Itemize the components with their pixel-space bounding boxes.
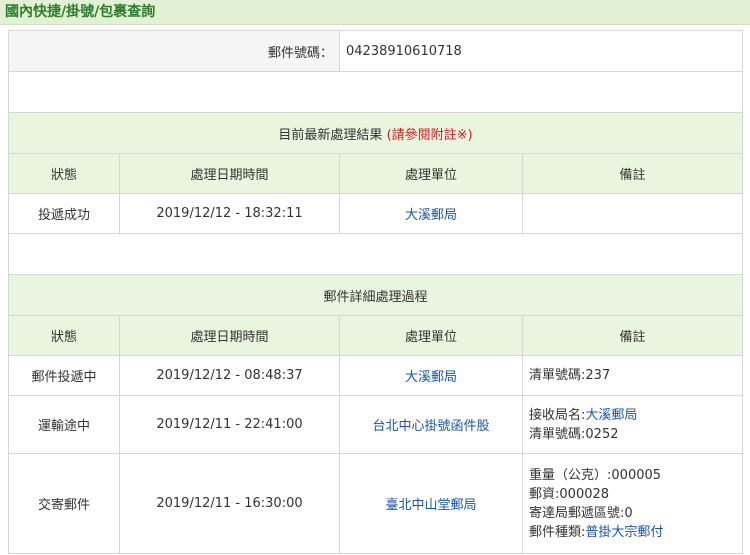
status-cell: 投遞成功 bbox=[8, 193, 120, 234]
tracking-table: 郵件號碼： 04238910610718 目前最新處理結果 (請參閱附註※) 狀… bbox=[7, 30, 744, 554]
receiving-office-link[interactable]: 大溪郵局 bbox=[585, 408, 637, 423]
detail-column-headers: 狀態 處理日期時間 處理單位 備註 bbox=[8, 315, 744, 356]
postage-text: 郵資:000028 bbox=[529, 486, 610, 502]
col-unit-header: 處理單位 bbox=[339, 153, 524, 194]
remarks-cell: 清單號碼:237 bbox=[522, 355, 744, 396]
status-cell: 運輸途中 bbox=[8, 395, 120, 454]
datetime-cell: 2019/12/12 - 08:48:37 bbox=[118, 355, 341, 396]
list-number-text: 清單號碼:0252 bbox=[529, 426, 619, 442]
datetime-cell: 2019/12/11 - 22:41:00 bbox=[118, 395, 341, 454]
spacer-row bbox=[7, 71, 744, 113]
detail-section-title: 郵件詳細處理過程 bbox=[7, 274, 744, 316]
mail-type-label: 郵件種類: bbox=[529, 524, 586, 540]
mail-number-row: 郵件號碼： 04238910610718 bbox=[7, 30, 744, 72]
spacer-row bbox=[7, 233, 744, 275]
remarks-cell: 接收局名:大溪郵局 清單號碼:0252 bbox=[522, 395, 744, 454]
status-cell: 郵件投遞中 bbox=[8, 355, 120, 396]
page-title: 國內快捷/掛號/包裹查詢 bbox=[0, 0, 750, 25]
mail-type-link[interactable]: 普掛大宗郵付 bbox=[585, 525, 663, 540]
detail-section-header: 郵件詳細處理過程 bbox=[7, 274, 744, 316]
receiving-office-line: 接收局名:大溪郵局 bbox=[529, 406, 736, 425]
datetime-cell: 2019/12/11 - 16:30:00 bbox=[118, 453, 341, 554]
table-row: 交寄郵件 2019/12/11 - 16:30:00 臺北中山堂郵局 重量（公克… bbox=[8, 453, 744, 554]
col-remarks-header: 備註 bbox=[522, 153, 744, 194]
note-reference: (請參閱附註※) bbox=[386, 127, 473, 143]
unit-link[interactable]: 大溪郵局 bbox=[405, 208, 457, 223]
col-status-header: 狀態 bbox=[8, 315, 120, 356]
col-datetime-header: 處理日期時間 bbox=[118, 315, 341, 356]
remarks-cell bbox=[522, 193, 744, 234]
unit-link[interactable]: 台北中心掛號函件股 bbox=[373, 419, 490, 434]
unit-link[interactable]: 臺北中山堂郵局 bbox=[386, 498, 477, 513]
mail-number-label: 郵件號碼： bbox=[7, 30, 341, 72]
col-remarks-header: 備註 bbox=[522, 315, 744, 356]
col-status-header: 狀態 bbox=[8, 153, 120, 194]
remarks-cell: 重量（公克）:000005 郵資:000028 寄達局郵遞區號:0 郵件種類:普… bbox=[522, 453, 744, 554]
latest-section-header: 目前最新處理結果 (請參閱附註※) bbox=[7, 112, 744, 154]
latest-column-headers: 狀態 處理日期時間 處理單位 備註 bbox=[8, 153, 744, 194]
list-number-text: 清單號碼:237 bbox=[529, 368, 611, 383]
col-datetime-header: 處理日期時間 bbox=[118, 153, 341, 194]
mail-type-line: 郵件種類:普掛大宗郵付 bbox=[529, 523, 736, 542]
col-unit-header: 處理單位 bbox=[339, 315, 524, 356]
receiving-office-label: 接收局名: bbox=[529, 407, 586, 423]
unit-cell: 大溪郵局 bbox=[339, 193, 524, 234]
zip-code-text: 寄達局郵遞區號:0 bbox=[529, 505, 633, 521]
tracking-results: 郵件號碼： 04238910610718 目前最新處理結果 (請參閱附註※) 狀… bbox=[7, 30, 744, 554]
table-row: 郵件投遞中 2019/12/12 - 08:48:37 大溪郵局 清單號碼:23… bbox=[8, 355, 744, 396]
unit-cell: 臺北中山堂郵局 bbox=[339, 453, 524, 554]
table-row: 運輸途中 2019/12/11 - 22:41:00 台北中心掛號函件股 接收局… bbox=[8, 395, 744, 454]
mail-number-value: 04238910610718 bbox=[339, 30, 744, 72]
unit-cell: 台北中心掛號函件股 bbox=[339, 395, 524, 454]
unit-link[interactable]: 大溪郵局 bbox=[405, 370, 457, 385]
weight-text: 重量（公克）:000005 bbox=[529, 467, 662, 483]
datetime-cell: 2019/12/12 - 18:32:11 bbox=[118, 193, 341, 234]
status-cell: 交寄郵件 bbox=[8, 453, 120, 554]
unit-cell: 大溪郵局 bbox=[339, 355, 524, 396]
latest-row: 投遞成功 2019/12/12 - 18:32:11 大溪郵局 bbox=[8, 193, 744, 234]
latest-section-title: 目前最新處理結果 bbox=[278, 127, 383, 143]
